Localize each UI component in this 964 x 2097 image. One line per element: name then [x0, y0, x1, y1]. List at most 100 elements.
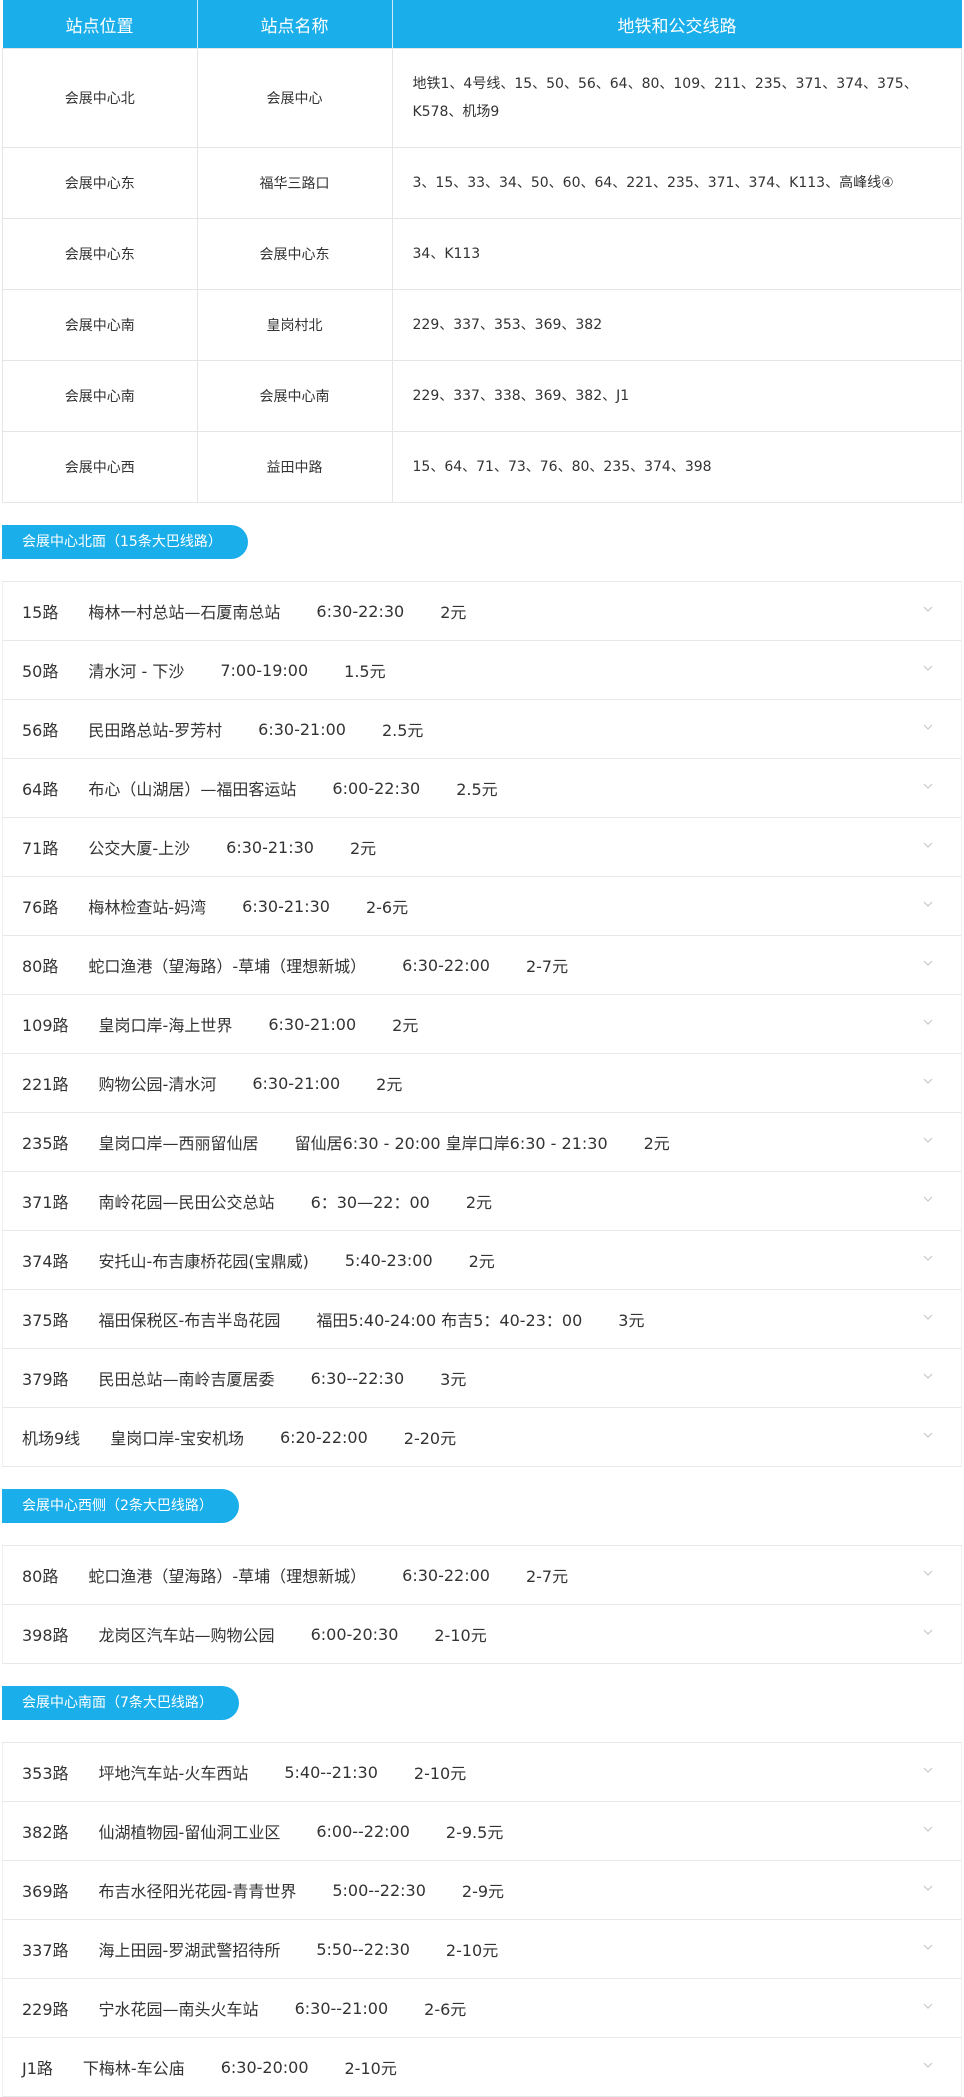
chevron-down-icon[interactable]: [923, 663, 933, 673]
page: 站点位置 站点名称 地铁和公交线路 会展中心北 会展中心 地铁1、4号线、15、50…: [2, 0, 962, 2097]
route-hours: 6:30-21:00: [258, 719, 346, 739]
chevron-down-icon[interactable]: [923, 1135, 933, 1145]
route-fare: 3元: [618, 1311, 645, 1330]
route-row[interactable]: 76路 梅林检查站-妈湾 6:30-21:30 2-6元: [2, 877, 962, 936]
route-row[interactable]: 50路 清水河 - 下沙 7:00-19:00 1.5元: [2, 641, 962, 700]
section-label: 会展中心北面（15条大巴线路）: [2, 525, 248, 559]
route-hours: 6:30--21:00: [294, 1998, 389, 2018]
stops-table-header: 站点位置 站点名称 地铁和公交线路: [2, 0, 962, 49]
route-fare: 2.5元: [381, 721, 424, 740]
route-hours: 福田5:40-24:00 布吉5：40-23：00: [316, 1311, 583, 1330]
route-fare: 2-20元: [403, 1429, 457, 1448]
route-hours: 6:30--22:30: [310, 1368, 405, 1388]
chevron-down-icon[interactable]: [923, 1017, 933, 1027]
section-label: 会展中心西侧（2条大巴线路）: [2, 1489, 239, 1523]
stops-table: 站点位置 站点名称 地铁和公交线路 会展中心北 会展中心 地铁1、4号线、15、50…: [2, 0, 962, 503]
route-row[interactable]: 80路 蛇口渔港（望海路）-草埔（理想新城） 6:30-22:00 2-7元: [2, 936, 962, 995]
route-hours: 6:00-20:30: [310, 1624, 399, 1644]
route-number: 379路: [22, 1370, 69, 1389]
route-row[interactable]: 353路 坪地汽车站-火车西站 5:40--21:30 2-10元: [2, 1743, 962, 1802]
route-path: 龙岗区汽车站—购物公园: [98, 1626, 275, 1645]
route-row[interactable]: 109路 皇岗口岸-海上世界 6:30-21:00 2元: [2, 995, 962, 1054]
route-row[interactable]: 80路 蛇口渔港（望海路）-草埔（理想新城） 6:30-22:00 2-7元: [2, 1546, 962, 1605]
route-hours: 6:30-21:00: [268, 1014, 357, 1034]
chevron-down-icon[interactable]: [923, 840, 933, 850]
stop-lines: 3、15、33、34、50、60、64、221、235、371、374、K113…: [391, 147, 962, 219]
route-number: 371路: [22, 1193, 69, 1212]
header-name: 站点名称: [197, 0, 393, 49]
route-row[interactable]: 379路 民田总站—南岭吉厦居委 6:30--22:30 3元: [2, 1349, 962, 1408]
chevron-down-icon[interactable]: [923, 1076, 933, 1086]
route-hours: 6:00-22:30: [332, 778, 421, 798]
route-hours: 6:30-22:30: [316, 601, 405, 621]
chevron-down-icon[interactable]: [923, 781, 933, 791]
route-path: 皇岗口岸—西丽留仙居: [98, 1134, 259, 1153]
route-row[interactable]: 382路 仙湖植物园-留仙洞工业区 6:00--22:00 2-9.5元: [2, 1802, 962, 1861]
chevron-down-icon[interactable]: [923, 1765, 933, 1775]
chevron-down-icon[interactable]: [923, 958, 933, 968]
chevron-down-icon[interactable]: [923, 1568, 933, 1578]
route-row[interactable]: 机场9线 皇岗口岸-宝安机场 6:20-22:00 2-20元: [2, 1408, 962, 1467]
chevron-down-icon[interactable]: [923, 2060, 933, 2070]
route-row[interactable]: 398路 龙岗区汽车站—购物公园 6:00-20:30 2-10元: [2, 1605, 962, 1664]
route-number: 375路: [22, 1311, 69, 1330]
chevron-down-icon[interactable]: [923, 1194, 933, 1204]
route-row[interactable]: 337路 海上田园-罗湖武警招待所 5:50--22:30 2-10元: [2, 1920, 962, 1979]
route-path: 购物公园-清水河: [98, 1075, 217, 1094]
route-row[interactable]: 221路 购物公园-清水河 6:30-21:00 2元: [2, 1054, 962, 1113]
chevron-down-icon[interactable]: [923, 1824, 933, 1834]
section-header: 会展中心西侧（2条大巴线路）: [2, 1467, 962, 1546]
chevron-down-icon[interactable]: [923, 1430, 933, 1440]
route-hours: 6:30-21:00: [252, 1073, 341, 1093]
chevron-down-icon[interactable]: [923, 1371, 933, 1381]
chevron-down-icon[interactable]: [923, 2001, 933, 2011]
route-hours: 留仙居6:30 - 20:00 皇岸口岸6:30 - 21:30: [294, 1134, 608, 1153]
route-fare: 3元: [440, 1370, 467, 1389]
route-row[interactable]: 369路 布吉水径阳光花园-青青世界 5:00--22:30 2-9元: [2, 1861, 962, 1920]
stop-name: 益田中路: [196, 431, 393, 503]
route-number: 64路: [22, 780, 59, 799]
chevron-down-icon[interactable]: [923, 604, 933, 614]
route-row[interactable]: 64路 布心（山湖居）—福田客运站 6:00-22:30 2.5元: [2, 759, 962, 818]
route-path: 蛇口渔港（望海路）-草埔（理想新城）: [88, 1567, 367, 1586]
route-number: 353路: [22, 1764, 69, 1783]
chevron-down-icon[interactable]: [923, 1942, 933, 1952]
route-hours: 5:00--22:30: [332, 1880, 426, 1900]
route-path: 宁水花园—南头火车站: [98, 2000, 259, 2019]
route-row[interactable]: 229路 宁水花园—南头火车站 6:30--21:00 2-6元: [2, 1979, 962, 2038]
route-row[interactable]: 71路 公交大厦-上沙 6:30-21:30 2元: [2, 818, 962, 877]
route-fare: 2-9.5元: [445, 1823, 504, 1842]
chevron-down-icon[interactable]: [923, 1627, 933, 1637]
route-row[interactable]: 56路 民田路总站-罗芳村 6:30-21:00 2.5元: [2, 700, 962, 759]
stop-position: 会展中心西: [2, 431, 198, 503]
chevron-down-icon[interactable]: [923, 1253, 933, 1263]
route-hours: 7:00-19:00: [220, 660, 309, 680]
route-path: 皇岗口岸-海上世界: [98, 1016, 233, 1035]
route-path: 仙湖植物园-留仙洞工业区: [98, 1823, 281, 1842]
route-row[interactable]: 375路 福田保税区-布吉半岛花园 福田5:40-24:00 布吉5：40-23：0…: [2, 1290, 962, 1349]
stop-name: 皇岗村北: [196, 289, 393, 361]
chevron-down-icon[interactable]: [923, 722, 933, 732]
chevron-down-icon[interactable]: [923, 1883, 933, 1893]
route-number: 80路: [22, 957, 59, 976]
route-path: 民田路总站-罗芳村: [88, 721, 223, 740]
route-hours: 5:40-23:00: [344, 1250, 433, 1270]
route-path: 公交大厦-上沙: [88, 839, 191, 858]
route-row[interactable]: 15路 梅林一村总站—石厦南总站 6:30-22:30 2元: [2, 582, 962, 641]
route-fare: 2-7元: [525, 1567, 569, 1586]
route-fare: 2元: [643, 1134, 670, 1153]
route-row[interactable]: 371路 南岭花园—民田公交总站 6：30—22：00 2元: [2, 1172, 962, 1231]
route-number: 109路: [22, 1016, 69, 1035]
route-row[interactable]: J1路 下梅林-车公庙 6:30-20:00 2-10元: [2, 2038, 962, 2097]
route-row[interactable]: 235路 皇岗口岸—西丽留仙居 留仙居6:30 - 20:00 皇岸口岸6:30 -…: [2, 1113, 962, 1172]
route-row[interactable]: 374路 安托山-布吉康桥花园(宝鼎威) 5:40-23:00 2元: [2, 1231, 962, 1290]
section-label: 会展中心南面（7条大巴线路）: [2, 1686, 239, 1720]
route-hours: 6:00--22:00: [316, 1821, 410, 1841]
header-lines: 地铁和公交线路: [392, 0, 962, 49]
chevron-down-icon[interactable]: [923, 1312, 933, 1322]
chevron-down-icon[interactable]: [923, 899, 933, 909]
route-number: 76路: [22, 898, 59, 917]
route-number: 56路: [22, 721, 59, 740]
route-hours: 6：30—22：00: [310, 1193, 430, 1212]
route-path: 布心（山湖居）—福田客运站: [88, 780, 297, 799]
